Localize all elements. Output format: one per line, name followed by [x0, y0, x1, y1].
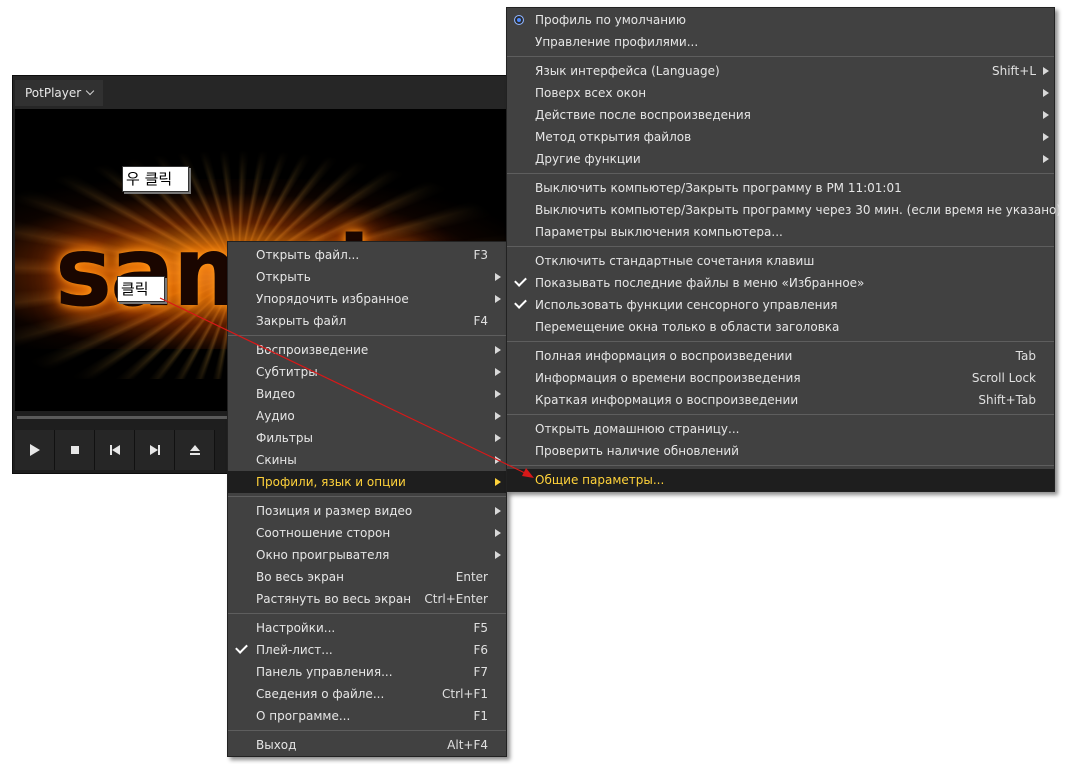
submenu-item-default-profile[interactable]: Профиль по умолчанию — [507, 9, 1054, 31]
submenu-arrow-icon — [495, 529, 501, 537]
menu-separator — [507, 414, 1054, 415]
menu-item-stretch-fullscreen[interactable]: Растянуть во весь экран Ctrl+Enter — [228, 588, 506, 610]
menu-item-audio[interactable]: Аудио — [228, 405, 506, 427]
click-callout: 클릭 — [117, 276, 165, 302]
menu-separator — [507, 341, 1054, 342]
stop-icon — [71, 446, 79, 454]
submenu-arrow-icon — [495, 346, 501, 354]
submenu-item-brief-playback-info[interactable]: Краткая информация о воспроизведении Shif… — [507, 389, 1054, 411]
menu-item-settings[interactable]: Настройки... F5 — [228, 617, 506, 639]
profiles-submenu: Профиль по умолчанию Управление профилям… — [506, 7, 1061, 492]
submenu-arrow-icon — [1043, 111, 1049, 119]
submenu-item-touch-controls[interactable]: Использовать функции сенсорного управлен… — [507, 294, 1054, 316]
submenu-arrow-icon — [495, 412, 501, 420]
submenu-item-always-on-top[interactable]: Поверх всех окон — [507, 82, 1054, 104]
menu-item-organize-favorites[interactable]: Упорядочить избранное — [228, 288, 506, 310]
previous-icon — [110, 445, 120, 455]
submenu-item-shutdown-settings[interactable]: Параметры выключения компьютера... — [507, 221, 1054, 243]
submenu-item-check-updates[interactable]: Проверить наличие обновлений — [507, 440, 1054, 462]
submenu-arrow-icon — [1043, 89, 1049, 97]
radio-selected-icon — [514, 15, 524, 25]
submenu-arrow-icon — [495, 434, 501, 442]
submenu-item-shutdown-after[interactable]: Выключить компьютер/Закрыть программу че… — [507, 199, 1061, 221]
menu-separator — [228, 335, 506, 336]
menu-item-aspect-ratio[interactable]: Соотношение сторон — [228, 522, 506, 544]
submenu-item-general-settings[interactable]: Общие параметры... — [507, 469, 1054, 491]
check-icon — [235, 641, 248, 654]
menu-item-control-panel[interactable]: Панель управления... F7 — [228, 661, 506, 683]
check-icon — [514, 274, 527, 287]
chevron-down-icon — [85, 86, 95, 96]
menu-item-playback[interactable]: Воспроизведение — [228, 339, 506, 361]
menu-separator — [507, 56, 1054, 57]
submenu-item-file-open-method[interactable]: Метод открытия файлов — [507, 126, 1054, 148]
submenu-item-manage-profiles[interactable]: Управление профилями... — [507, 31, 1054, 53]
submenu-item-interface-language[interactable]: Язык интерфейса (Language) Shift+L — [507, 60, 1054, 82]
submenu-item-full-playback-info[interactable]: Полная информация о воспроизведении Tab — [507, 345, 1054, 367]
submenu-arrow-icon — [495, 507, 501, 515]
menu-item-subtitles[interactable]: Субтитры — [228, 361, 506, 383]
title-bar[interactable]: PotPlayer — [13, 76, 531, 109]
menu-item-about[interactable]: О программе... F1 — [228, 705, 506, 727]
submenu-arrow-icon — [495, 478, 501, 486]
eject-button[interactable] — [175, 430, 215, 470]
menu-item-video[interactable]: Видео — [228, 383, 506, 405]
right-click-callout: 우 클릭 — [122, 166, 189, 192]
next-icon — [150, 445, 160, 455]
submenu-item-show-recent-files[interactable]: Показывать последние файлы в меню «Избра… — [507, 272, 1054, 294]
previous-button[interactable] — [95, 430, 135, 470]
menu-item-close-file[interactable]: Закрыть файл F4 — [228, 310, 506, 332]
submenu-arrow-icon — [495, 295, 501, 303]
eject-icon — [190, 445, 200, 455]
menu-separator — [228, 730, 506, 731]
play-button[interactable] — [15, 430, 55, 470]
menu-item-fullscreen[interactable]: Во весь экран Enter — [228, 566, 506, 588]
submenu-item-shutdown-at-time[interactable]: Выключить компьютер/Закрыть программу в … — [507, 177, 1054, 199]
menu-item-video-position-size[interactable]: Позиция и размер видео — [228, 500, 506, 522]
submenu-item-move-window-title-only[interactable]: Перемещение окна только в области заголо… — [507, 316, 1054, 338]
submenu-arrow-icon — [1043, 155, 1049, 163]
app-menu-button[interactable]: PotPlayer — [15, 80, 103, 106]
menu-item-profiles-language-options[interactable]: Профили, язык и опции — [228, 471, 506, 493]
menu-separator — [228, 496, 506, 497]
context-menu: Открыть файл... F3 Открыть Упорядочить из… — [227, 241, 507, 757]
submenu-item-after-playback[interactable]: Действие после воспроизведения — [507, 104, 1054, 126]
menu-item-exit[interactable]: Выход Alt+F4 — [228, 734, 506, 756]
submenu-item-homepage[interactable]: Открыть домашнюю страницу... — [507, 418, 1054, 440]
menu-item-open[interactable]: Открыть — [228, 266, 506, 288]
menu-separator — [228, 613, 506, 614]
submenu-arrow-icon — [495, 456, 501, 464]
submenu-arrow-icon — [495, 551, 501, 559]
next-button[interactable] — [135, 430, 175, 470]
app-title: PotPlayer — [25, 86, 82, 100]
submenu-arrow-icon — [495, 273, 501, 281]
menu-separator — [507, 246, 1054, 247]
menu-item-filters[interactable]: Фильтры — [228, 427, 506, 449]
menu-item-player-window[interactable]: Окно проигрывателя — [228, 544, 506, 566]
submenu-arrow-icon — [1043, 133, 1049, 141]
play-icon — [30, 444, 40, 456]
menu-item-playlist[interactable]: Плей-лист... F6 — [228, 639, 506, 661]
check-icon — [514, 296, 527, 309]
submenu-arrow-icon — [495, 368, 501, 376]
menu-separator — [507, 465, 1054, 466]
submenu-arrow-icon — [495, 390, 501, 398]
submenu-item-other-functions[interactable]: Другие функции — [507, 148, 1054, 170]
menu-item-file-info[interactable]: Сведения о файле... Ctrl+F1 — [228, 683, 506, 705]
submenu-item-disable-default-shortcuts[interactable]: Отключить стандартные сочетания клавиш — [507, 250, 1054, 272]
menu-item-open-file[interactable]: Открыть файл... F3 — [228, 244, 506, 266]
menu-separator — [507, 173, 1054, 174]
menu-item-skins[interactable]: Скины — [228, 449, 506, 471]
submenu-item-playback-time-info[interactable]: Информация о времени воспроизведения Scro… — [507, 367, 1054, 389]
submenu-arrow-icon — [1043, 67, 1049, 75]
stop-button[interactable] — [55, 430, 95, 470]
